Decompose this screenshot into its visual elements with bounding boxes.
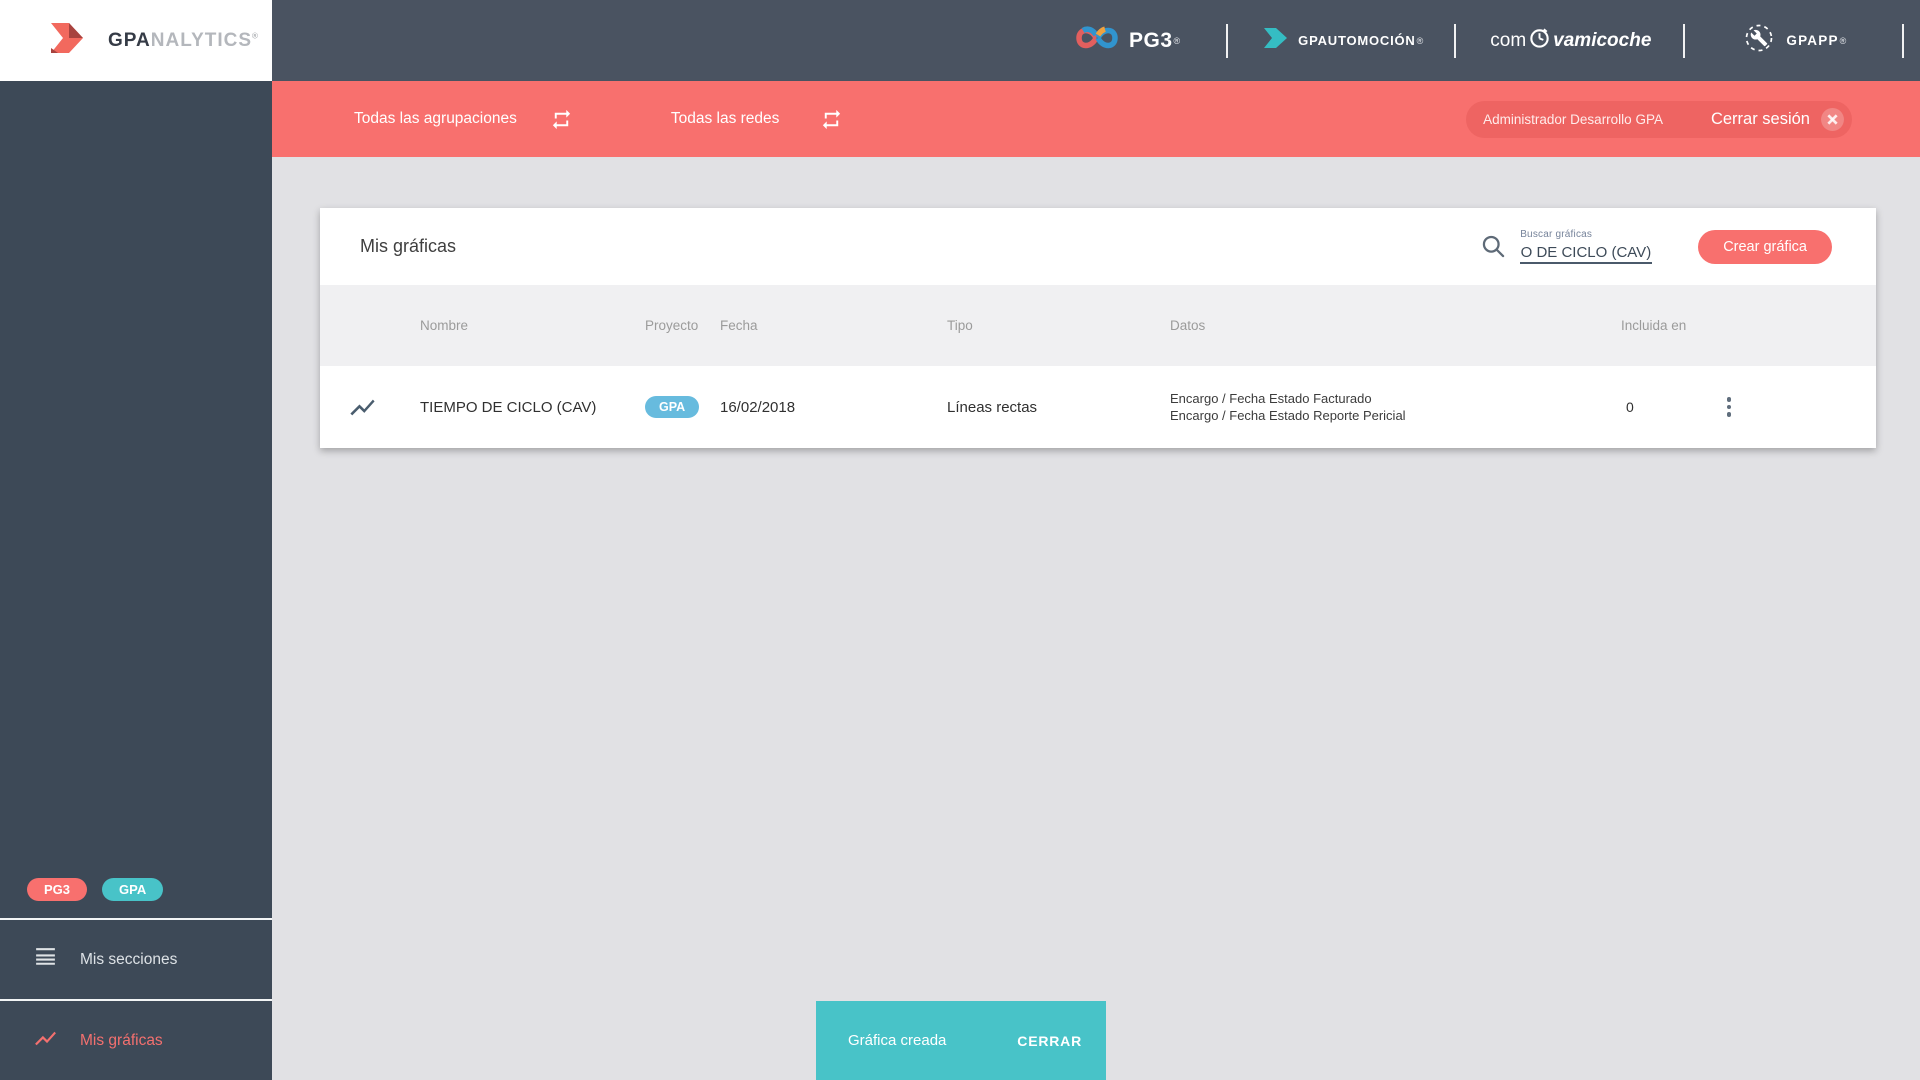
project-badge: GPA (645, 396, 700, 418)
toast-close-button[interactable]: CERRAR (1005, 1025, 1094, 1057)
pg3-label: PG3 (1129, 28, 1173, 52)
search-icon[interactable] (1480, 233, 1507, 260)
groupings-selector[interactable]: Todas las agrupaciones (354, 110, 517, 128)
row-datos-line: Encargo / Fecha Estado Facturado (1170, 391, 1372, 406)
search-input[interactable]: PO DE CICLO (CAV) (1520, 242, 1653, 264)
search-field: Buscar gráficas PO DE CICLO (CAV) (1520, 229, 1653, 264)
gpanalytics-arrow-icon (49, 18, 97, 63)
sidebar-badges: PG3 GPA (0, 878, 272, 918)
session-pill: Administrador Desarrollo GPA Cerrar sesi… (1466, 100, 1852, 138)
logout-button[interactable]: Cerrar sesión (1711, 110, 1810, 129)
app-switcher: PG3 ® GPAUTOMOCIÓN ® com vamicoche GPAPP… (1075, 0, 1920, 81)
create-graph-button[interactable]: Crear gráfica (1698, 229, 1832, 264)
row-nombre: TIEMPO DE CICLO (CAV) (420, 398, 597, 416)
sidebar: PG3 GPA Mis secciones Mis gráficas (0, 81, 272, 1080)
comprovamicoche-prefix: com (1490, 29, 1527, 51)
page-title: Mis gráficas (360, 236, 457, 256)
col-header-proyecto: Proyecto (645, 318, 699, 333)
header-separator (1226, 23, 1229, 58)
sidebar-item-label: Mis secciones (80, 950, 178, 968)
row-incluida-en: 0 (1626, 399, 1634, 415)
comprovamicoche-suffix: vamicoche (1553, 29, 1652, 51)
filter-bar: Todas las agrupaciones Todas las redes A… (272, 81, 1920, 157)
gpautomocion-label: GPAUTOMOCIÓN (1298, 33, 1416, 48)
sidebar-item-mis-graficas[interactable]: Mis gráficas (0, 1001, 272, 1080)
swap-networks-icon[interactable] (820, 108, 843, 131)
sections-list-icon (33, 945, 58, 975)
col-header-tipo: Tipo (947, 318, 973, 333)
table-header-row: Nombre Proyecto Fecha Tipo Datos Incluid… (320, 285, 1876, 366)
wrench-icon (1743, 22, 1775, 59)
toast-snackbar: Gráfica creada CERRAR (816, 1001, 1106, 1080)
pg3-app-link[interactable]: PG3 ® (1075, 24, 1180, 57)
logout-cancel-icon[interactable] (1820, 107, 1845, 132)
networks-selector[interactable]: Todas las redes (671, 110, 780, 128)
sidebar-item-mis-secciones[interactable]: Mis secciones (0, 920, 272, 999)
row-datos-line: Encargo / Fecha Estado Reporte Pericial (1170, 408, 1406, 423)
brand-logo: GPANALYTICS® (0, 0, 272, 81)
brand-name: GPANALYTICS® (108, 30, 259, 52)
gpapp-app-link[interactable]: GPAPP ® (1743, 22, 1846, 59)
header-separator (1683, 23, 1686, 58)
graphs-card: Mis gráficas Buscar gráficas PO DE CICLO… (320, 208, 1876, 448)
search-label: Buscar gráficas (1520, 229, 1593, 240)
col-header-nombre: Nombre (420, 318, 469, 333)
sidebar-item-label: Mis gráficas (80, 1031, 163, 1049)
brand-reg: ® (252, 31, 259, 41)
gpapp-label: GPAPP (1786, 33, 1839, 48)
app-screen: PG3 ® GPAUTOMOCIÓN ® com vamicoche GPAPP… (0, 0, 1920, 1080)
header-separator (1454, 23, 1457, 58)
chart-line-icon (33, 1026, 58, 1056)
row-menu-kebab-icon[interactable] (1717, 393, 1741, 421)
clock-icon (1526, 26, 1553, 55)
toast-message: Gráfica creada (848, 1032, 947, 1049)
search-input-value: PO DE CICLO (CAV) (1520, 243, 1652, 261)
current-user-label: Administrador Desarrollo GPA (1483, 111, 1663, 127)
gpautomocion-arrow-icon (1263, 26, 1289, 55)
table-row[interactable]: TIEMPO DE CICLO (CAV) GPA 16/02/2018 Lín… (320, 366, 1876, 448)
col-header-incluida-en: Incluida en (1621, 318, 1687, 333)
col-header-datos: Datos (1170, 318, 1206, 333)
brand-gpa: GPA (108, 29, 151, 51)
header-separator (1902, 23, 1905, 58)
gpapp-reg: ® (1839, 35, 1847, 46)
top-header: PG3 ® GPAUTOMOCIÓN ® com vamicoche GPAPP… (0, 0, 1920, 81)
row-actions (1710, 393, 1876, 421)
col-header-fecha: Fecha (720, 318, 758, 333)
row-tipo: Líneas rectas (947, 398, 1038, 416)
gpautomocion-reg: ® (1416, 35, 1424, 46)
row-proyecto: GPA (645, 396, 720, 418)
brand-nalytics: NALYTICS (150, 29, 253, 51)
pg3-reg: ® (1173, 35, 1181, 46)
pg3-badge[interactable]: PG3 (27, 878, 88, 901)
row-chart-type-icon (320, 393, 420, 422)
swap-groupings-icon[interactable] (550, 108, 573, 131)
row-fecha: 16/02/2018 (720, 398, 796, 416)
card-header: Mis gráficas Buscar gráficas PO DE CICLO… (320, 208, 1876, 285)
gpa-badge[interactable]: GPA (102, 878, 164, 901)
row-datos: Encargo / Fecha Estado Facturado Encargo… (1170, 390, 1621, 424)
pg3-infinity-icon (1075, 24, 1119, 57)
gpautomocion-app-link[interactable]: GPAUTOMOCIÓN ® (1263, 26, 1423, 55)
comprovamicoche-app-link[interactable]: com vamicoche (1490, 26, 1651, 55)
